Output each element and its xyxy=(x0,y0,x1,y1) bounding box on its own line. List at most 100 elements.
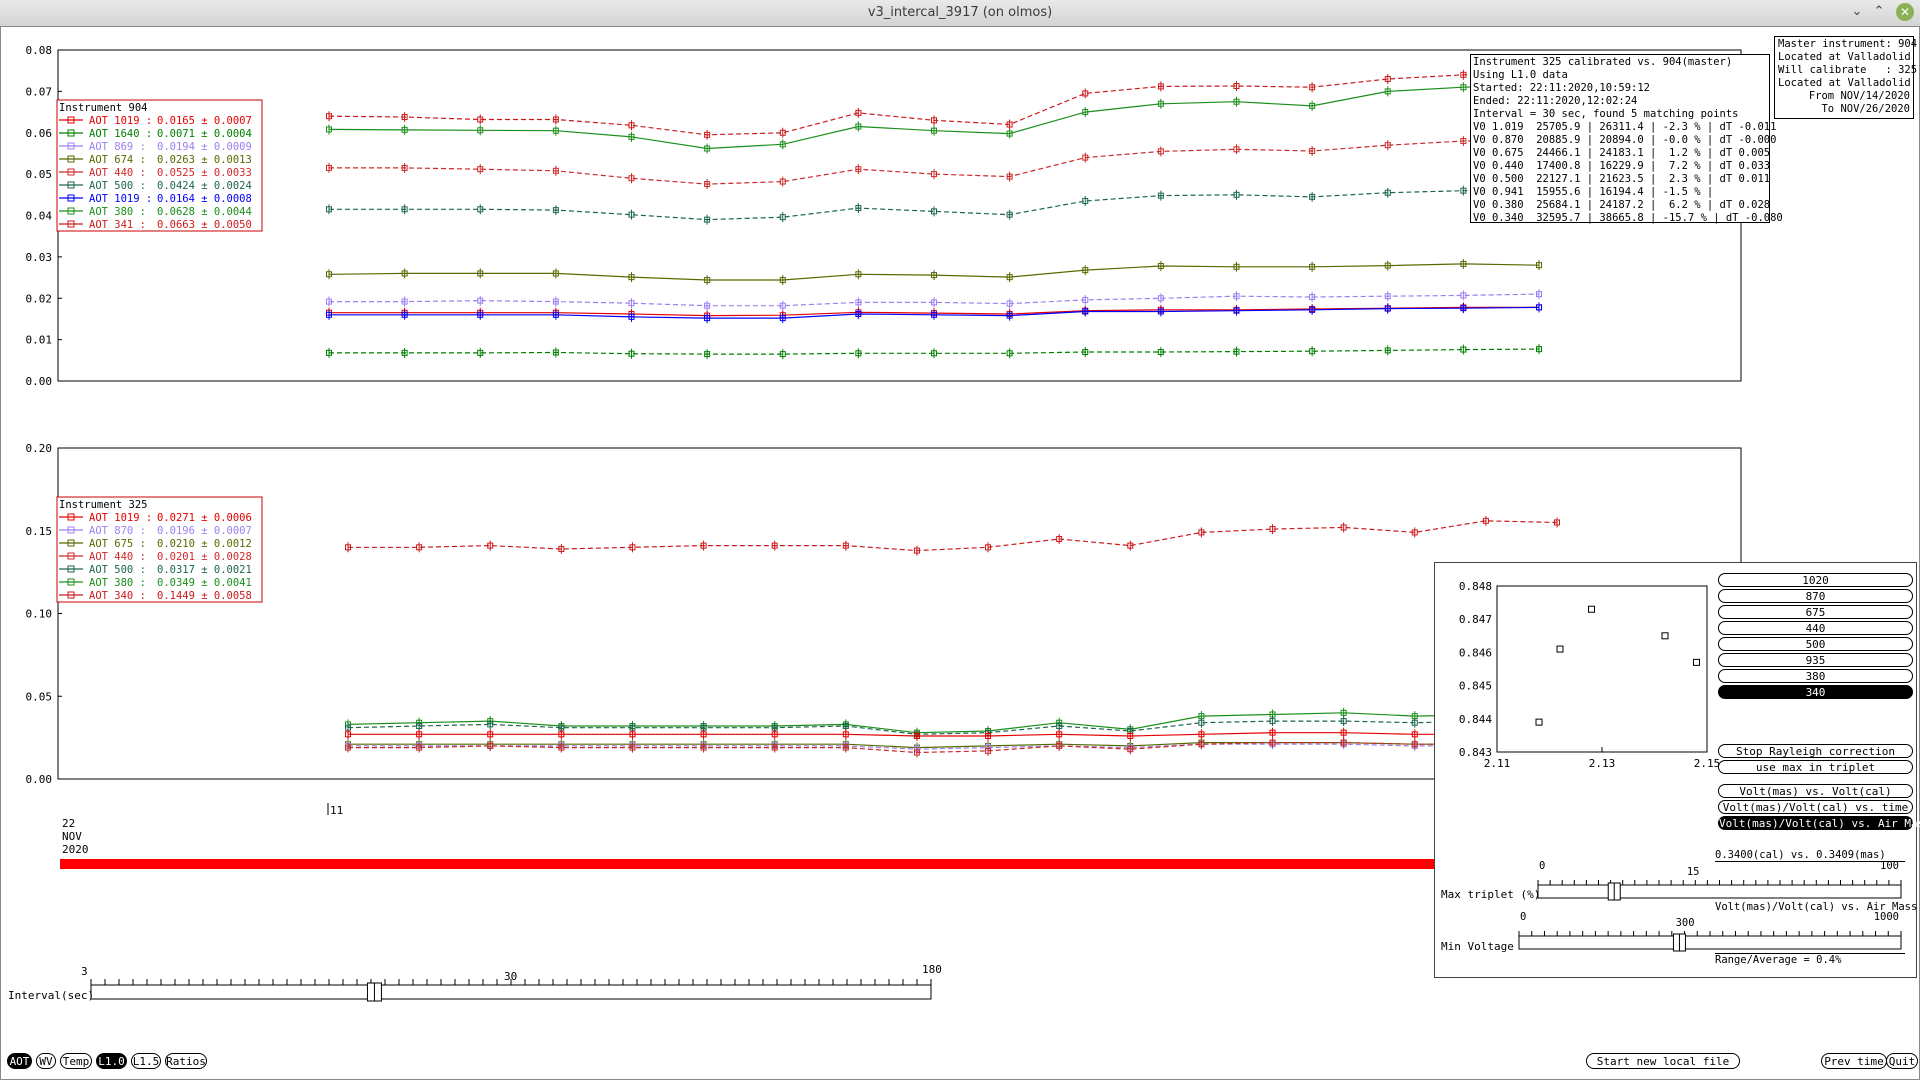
bottom-chart-y-tick-label: 0.20 xyxy=(26,442,53,455)
max-triplet-label: Max triplet (%) xyxy=(1441,888,1541,901)
master-line: Located at Valladolid xyxy=(1778,51,1911,63)
wavelength-button-500[interactable]: 500 xyxy=(1718,637,1913,651)
top-chart-y-tick-label: 0.08 xyxy=(26,44,53,57)
minimize-icon[interactable]: ⌄ xyxy=(1848,3,1866,21)
bottom-chart-legend-label: AOT 440 : xyxy=(89,551,146,563)
info-line: Ended: 22:11:2020,12:02:24 xyxy=(1473,95,1638,107)
info-line: V0 1.019 25705.9 | 26311.4 | -2.3 % | dT… xyxy=(1473,121,1777,133)
bottom-chart-legend-label: AOT 675 : xyxy=(89,538,146,550)
bottom-chart-legend-value: 0.0271 ± 0.0006 xyxy=(157,512,252,524)
inset-x-tick-label: 2.11 xyxy=(1484,757,1511,770)
info-line: V0 0.340 32595.7 | 38665.8 | -15.7 % | d… xyxy=(1473,212,1783,224)
top-chart-legend-value: 0.0194 ± 0.0009 xyxy=(157,141,252,153)
master-line: From NOV/14/2020 xyxy=(1808,90,1910,102)
top-chart-y-tick-label: 0.02 xyxy=(26,292,53,305)
min-voltage-label: Min Voltage xyxy=(1441,940,1514,953)
plot-mode-button[interactable]: Volt(mas)/Volt(cal) vs. time xyxy=(1718,800,1913,814)
wavelength-button-1020[interactable]: 1020 xyxy=(1718,573,1913,587)
stop-rayleigh-button[interactable]: Stop Rayleigh correction xyxy=(1718,744,1913,758)
start-new-local-file-button[interactable]: Start new local file xyxy=(1586,1053,1740,1069)
top-chart-legend-value: 0.0424 ± 0.0024 xyxy=(157,180,252,192)
mode-button-l10[interactable]: L1.0 xyxy=(96,1053,127,1069)
time-range-bar[interactable] xyxy=(60,859,1435,869)
bottom-chart-legend-label: AOT 380 : xyxy=(89,577,146,589)
close-icon[interactable]: ✕ xyxy=(1896,3,1914,21)
interval-label: Interval(sec) xyxy=(8,989,95,1002)
bottom-chart-series-line xyxy=(348,732,1557,737)
info-line: V0 0.440 17400.8 | 16229.9 | 7.2 % | dT … xyxy=(1473,160,1771,172)
inset-data-point xyxy=(1693,658,1700,666)
top-chart-legend-label: AOT 869 : xyxy=(89,141,146,153)
interval-slider-track[interactable] xyxy=(90,984,932,1000)
bottom-chart-y-tick-label: 0.00 xyxy=(26,773,53,786)
date-month-label: NOV xyxy=(62,830,82,843)
info-line: Interval = 30 sec, found 5 matching poin… xyxy=(1473,108,1739,120)
master-line: Will calibrate : 325 xyxy=(1778,64,1918,76)
top-chart-legend-label: AOT 1019 : xyxy=(89,115,152,127)
inset-data-point xyxy=(1588,605,1595,613)
inset-x-tick-label: 2.15 xyxy=(1694,757,1721,770)
mode-button-ratios[interactable]: Ratios xyxy=(165,1053,207,1069)
top-chart-series-line xyxy=(328,72,1540,136)
min-voltage-slider-mid-label: 300 xyxy=(1676,917,1695,929)
range-average-label: Range/Average = 0.4% xyxy=(1715,953,1905,966)
wavelength-button-440[interactable]: 440 xyxy=(1718,621,1913,635)
bottom-chart-series-line xyxy=(347,712,1557,734)
calibration-inset-panel: 0.848 0.847 0.846 0.845 0.844 0.843 2.11 2.13 2.… xyxy=(1434,562,1920,978)
window-titlebar: v3_intercal_3917 (on olmos) ⌄ ⌃ ✕ xyxy=(0,0,1920,27)
mode-button-temp[interactable]: Temp xyxy=(60,1053,92,1069)
mode-button-aot[interactable]: AOT xyxy=(7,1053,32,1069)
top-chart-legend-value: 0.0165 ± 0.0007 xyxy=(157,115,252,127)
wavelength-button-935[interactable]: 935 xyxy=(1718,653,1913,667)
interval-min-label: 3 xyxy=(81,965,88,978)
quit-button[interactable]: Quit xyxy=(1886,1053,1918,1069)
master-line: Master instrument: 904 xyxy=(1778,38,1918,50)
bottom-chart-legend-value: 0.0201 ± 0.0028 xyxy=(157,551,252,563)
inset-plot-frame xyxy=(1496,585,1708,753)
plot-mode-button[interactable]: Volt(mas) vs. Volt(cal) xyxy=(1718,784,1913,798)
top-chart-legend-label: AOT 1640 : xyxy=(89,128,152,140)
ratio-label: 0.3400(cal) vs. 0.3409(mas) xyxy=(1715,849,1905,862)
bottom-chart-legend-value: 0.0349 ± 0.0041 xyxy=(157,577,252,589)
top-chart-legend-label: AOT 1019 : xyxy=(89,193,152,205)
top-chart-y-tick-label: 0.06 xyxy=(26,127,53,140)
inset-data-point xyxy=(1556,645,1564,653)
top-chart-legend-value: 0.0071 ± 0.0004 xyxy=(157,128,252,140)
bottom-chart-y-tick-label: 0.15 xyxy=(26,525,53,538)
date-year-label: 2020 xyxy=(62,843,89,856)
info-line: Instrument 325 calibrated vs. 904(master… xyxy=(1473,56,1733,68)
min-voltage-slider-track[interactable] xyxy=(1518,935,1902,950)
plot-mode-button[interactable]: Volt(mas)/Volt(cal) vs. Air Mass xyxy=(1718,816,1920,830)
wavelength-button-870[interactable]: 870 xyxy=(1718,589,1913,603)
prev-time-button[interactable]: Prev time xyxy=(1821,1053,1887,1069)
wavelength-button-675[interactable]: 675 xyxy=(1718,605,1913,619)
master-line: To NOV/26/2020 xyxy=(1821,103,1910,115)
info-line: Using L1.0 data xyxy=(1473,69,1568,81)
mode-button-wv[interactable]: WV xyxy=(36,1053,56,1069)
app-canvas: 0.08 0.07 0.06 0.05 0.04 0.03 0.02 0.01 0.00 Inst… xyxy=(0,26,1920,1080)
bottom-chart-series-line xyxy=(348,520,1558,552)
wavelength-button-340[interactable]: 340 xyxy=(1718,685,1913,699)
top-chart-y-tick-label: 0.00 xyxy=(26,375,53,388)
master-instrument-box: Master instrument: 904 Located at Vallado… xyxy=(1774,36,1918,119)
wavelength-button-380[interactable]: 380 xyxy=(1718,669,1913,683)
maximize-icon[interactable]: ⌃ xyxy=(1870,3,1888,21)
bottom-chart-legend-value: 0.0196 ± 0.0007 xyxy=(157,525,252,537)
top-chart-y-tick-label: 0.01 xyxy=(26,334,53,347)
inset-y-tick-label: 0.844 xyxy=(1459,713,1492,726)
bottom-chart-legend-label: AOT 500 : xyxy=(89,564,146,576)
inset-y-tick-label: 0.848 xyxy=(1459,580,1492,593)
top-chart-y-tick-label: 0.07 xyxy=(26,85,53,98)
top-chart-legend-label: AOT 341 : xyxy=(89,219,146,231)
plot-mode-label: Volt(mas)/Volt(cal) vs. Air Mass xyxy=(1715,901,1918,913)
max-triplet-slider-track[interactable] xyxy=(1537,884,1902,899)
max-triplet-slider-min-label: 0 xyxy=(1539,860,1545,872)
min-voltage-slider-min-label: 0 xyxy=(1520,911,1526,923)
top-chart-legend-value: 0.0263 ± 0.0013 xyxy=(157,154,252,166)
use-max-in-triplet-button[interactable]: use max in triplet xyxy=(1718,760,1913,774)
bottom-chart-legend-label: AOT 870 : xyxy=(89,525,146,537)
mode-button-l15[interactable]: L1.5 xyxy=(131,1053,161,1069)
interval-max-label: 180 xyxy=(922,963,942,976)
bottom-chart-y-tick-label: 0.10 xyxy=(26,608,53,621)
top-chart-y-tick-label: 0.03 xyxy=(26,251,53,264)
